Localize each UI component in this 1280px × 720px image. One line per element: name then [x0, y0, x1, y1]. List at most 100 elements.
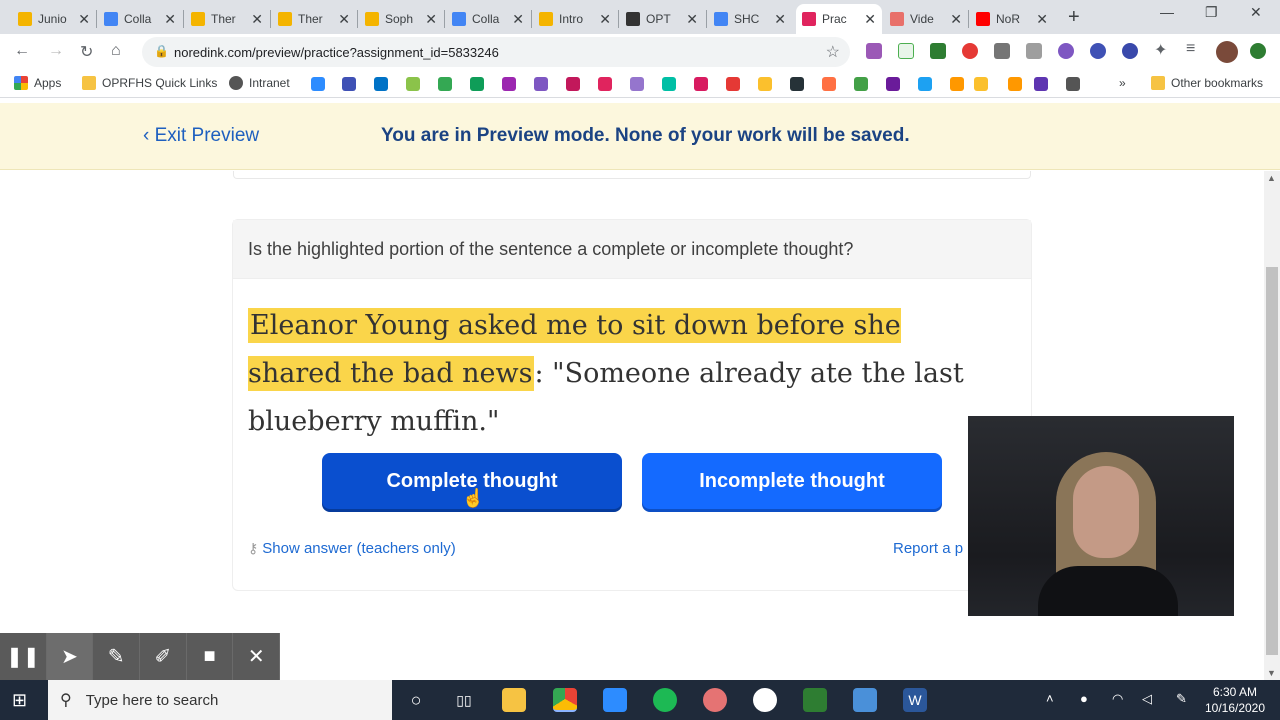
browser-tab[interactable]: Vide ✕	[884, 4, 968, 34]
pen-icon[interactable]: ✎	[93, 633, 141, 680]
clock[interactable]: 6:30 AM 10/16/2020	[1200, 684, 1270, 716]
close-window-button[interactable]: ✕	[1250, 4, 1262, 21]
taskbar-search[interactable]: ⚲ Type here to search	[48, 680, 392, 720]
report-problem-link[interactable]: Report a p	[893, 540, 963, 557]
microphone-icon[interactable]: ●	[1080, 691, 1088, 706]
show-answer-link[interactable]: ⚷ Show answer (teachers only)	[248, 540, 456, 557]
extension-icon[interactable]	[1090, 43, 1106, 59]
bookmark-icon[interactable]	[918, 77, 932, 91]
extension-icon[interactable]	[898, 43, 914, 59]
sync-icon[interactable]	[1250, 43, 1266, 59]
browser-tab[interactable]: Colla ✕	[98, 4, 182, 34]
restore-button[interactable]: ❐	[1205, 4, 1218, 21]
browser-tab[interactable]: Ther ✕	[272, 4, 356, 34]
bookmark-intranet[interactable]: Intranet	[229, 76, 290, 90]
avatar[interactable]	[1216, 41, 1238, 63]
bookmarks-overflow[interactable]: »	[1119, 76, 1126, 90]
tab-close-icon[interactable]: ✕	[774, 11, 786, 28]
address-bar[interactable]: 🔒 noredink.com/preview/practice?assignme…	[142, 37, 850, 67]
tab-close-icon[interactable]: ✕	[425, 11, 437, 28]
bookmark-icon[interactable]	[374, 77, 388, 91]
zoom-icon[interactable]	[603, 688, 627, 712]
tab-close-icon[interactable]: ✕	[251, 11, 263, 28]
browser-tab[interactable]: Prac ✕	[796, 4, 882, 34]
tab-close-icon[interactable]: ✕	[686, 11, 698, 28]
bookmark-icon[interactable]	[854, 77, 868, 91]
bookmark-icon[interactable]	[598, 77, 612, 91]
calculator-icon[interactable]	[853, 688, 877, 712]
scroll-down-icon[interactable]: ▼	[1267, 668, 1276, 678]
bookmark-apps[interactable]: Apps	[14, 76, 61, 90]
extension-icon[interactable]	[962, 43, 978, 59]
bookmark-icon[interactable]	[406, 77, 420, 91]
browser-tab[interactable]: Intro ✕	[533, 4, 617, 34]
browser-tab[interactable]: Soph ✕	[359, 4, 443, 34]
bookmark-icon[interactable]	[311, 77, 325, 91]
bookmark-icon[interactable]	[470, 77, 484, 91]
spotify-icon[interactable]	[653, 688, 677, 712]
highlighter-icon[interactable]: ✐	[140, 633, 187, 680]
close-icon[interactable]: ✕	[233, 633, 281, 680]
tab-close-icon[interactable]: ✕	[164, 11, 176, 28]
bookmark-star-icon[interactable]: ☆	[826, 42, 840, 62]
bookmark-icon[interactable]	[726, 77, 740, 91]
minimize-button[interactable]: —	[1160, 4, 1174, 20]
bookmark-icon[interactable]	[566, 77, 580, 91]
bookmark-icon[interactable]	[1034, 77, 1048, 91]
tray-chevron-icon[interactable]: ˄	[1046, 691, 1054, 706]
bookmark-icon[interactable]	[974, 77, 988, 91]
bookmark-icon[interactable]	[694, 77, 708, 91]
cortana-icon[interactable]: ○	[404, 688, 428, 712]
bookmark-icon[interactable]	[502, 77, 516, 91]
extension-icon[interactable]	[930, 43, 946, 59]
pen-tray-icon[interactable]: ✎	[1176, 691, 1187, 707]
url-text[interactable]: noredink.com/preview/practice?assignment…	[174, 45, 499, 60]
bookmark-icon[interactable]	[886, 77, 900, 91]
bookmark-icon[interactable]	[758, 77, 772, 91]
bookmark-icon[interactable]	[534, 77, 548, 91]
bookmark-icon[interactable]	[662, 77, 676, 91]
tab-close-icon[interactable]: ✕	[338, 11, 350, 28]
tab-close-icon[interactable]: ✕	[599, 11, 611, 28]
puzzle-icon[interactable]: ✦	[1154, 40, 1167, 60]
scroll-thumb[interactable]	[1266, 267, 1278, 655]
camera-icon[interactable]: ■	[187, 633, 234, 680]
tab-close-icon[interactable]: ✕	[512, 11, 524, 28]
tab-close-icon[interactable]: ✕	[78, 11, 90, 28]
bookmark-icon[interactable]	[950, 77, 964, 91]
extension-icon[interactable]	[866, 43, 882, 59]
back-icon[interactable]: ←	[14, 42, 30, 60]
search-placeholder[interactable]: Type here to search	[86, 692, 219, 709]
extension-icon[interactable]	[1122, 43, 1138, 59]
word-icon[interactable]: W	[903, 688, 927, 712]
bookmark-icon[interactable]	[438, 77, 452, 91]
tab-close-icon[interactable]: ✕	[1036, 11, 1048, 28]
scroll-up-icon[interactable]: ▲	[1267, 173, 1276, 183]
media-icon[interactable]: ≡	[1186, 40, 1195, 58]
tab-close-icon[interactable]: ✕	[950, 11, 962, 28]
browser-tab[interactable]: NoR ✕	[970, 4, 1054, 34]
bookmark-icon[interactable]	[1008, 77, 1022, 91]
task-view-icon[interactable]: ▯▯	[452, 688, 476, 712]
scrollbar[interactable]: ▲ ▼	[1264, 171, 1280, 680]
bookmark-icon[interactable]	[1066, 77, 1080, 91]
bookmark-icon[interactable]	[342, 77, 356, 91]
bookmark-icon[interactable]	[790, 77, 804, 91]
extension-icon[interactable]	[994, 43, 1010, 59]
reload-icon[interactable]: ↻	[80, 42, 93, 62]
new-tab-button[interactable]: +	[1068, 6, 1080, 29]
chrome-icon[interactable]	[553, 688, 577, 712]
windows-start-icon[interactable]: ⊞	[12, 690, 27, 711]
wifi-icon[interactable]: ◠	[1112, 691, 1123, 707]
browser-tab[interactable]: Junio ✕	[12, 4, 96, 34]
bookmark-other[interactable]: Other bookmarks	[1151, 76, 1263, 90]
bookmark-icon[interactable]	[822, 77, 836, 91]
speaker-icon[interactable]: ◁	[1142, 691, 1152, 707]
extension-icon[interactable]	[1058, 43, 1074, 59]
bookmark-quick-links[interactable]: OPRFHS Quick Links	[82, 76, 217, 90]
app-icon[interactable]	[803, 688, 827, 712]
home-icon[interactable]: ⌂	[111, 42, 121, 60]
extension-icon[interactable]	[1026, 43, 1042, 59]
forward-icon[interactable]: →	[48, 42, 64, 60]
incomplete-thought-button[interactable]: Incomplete thought	[642, 453, 942, 509]
